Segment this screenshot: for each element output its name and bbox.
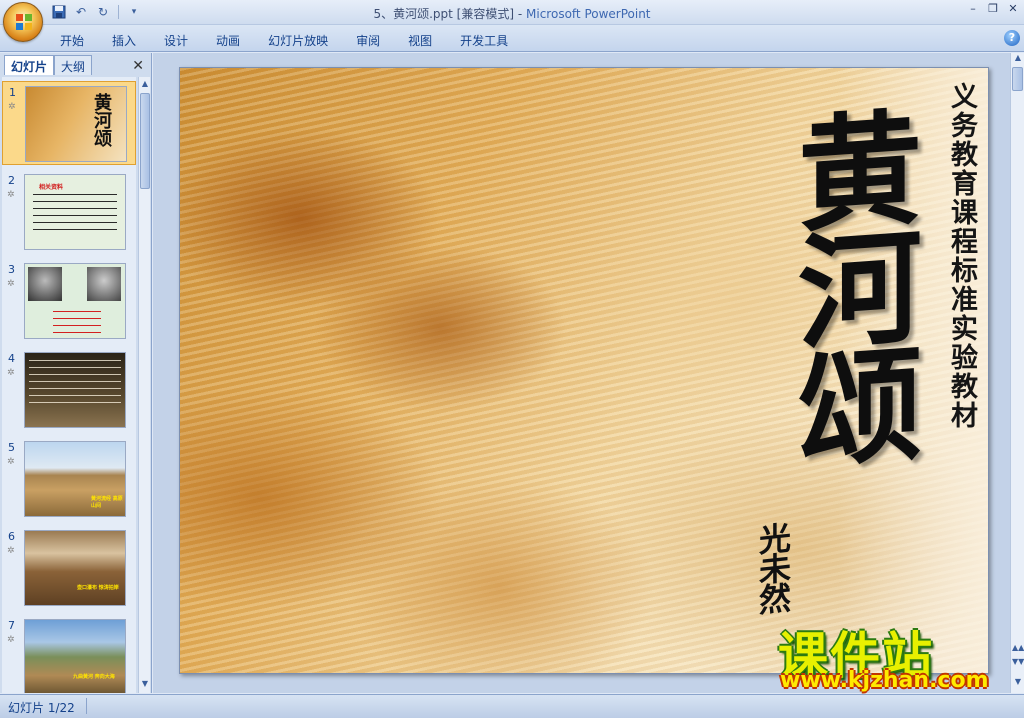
slide-scrollbar[interactable]: ▲ ▲▲ ▼▼ ▼ — [1010, 53, 1024, 693]
window-title: 5、黄河颂.ppt [兼容模式] - Microsoft PowerPoint — [0, 5, 1024, 22]
slide-thumbnail-2[interactable]: 2 ✲ 相关资料 — [2, 170, 136, 254]
ribbon: 开始 插入 设计 动画 幻灯片放映 审阅 视图 开发工具 ? — [0, 25, 1024, 52]
tab-outline[interactable]: 大纲 — [54, 55, 93, 75]
tab-insert[interactable]: 插入 — [100, 30, 148, 51]
slide-3-preview-lines — [53, 308, 101, 334]
slide-2-preview-lines — [33, 191, 117, 235]
tab-design[interactable]: 设计 — [152, 30, 200, 51]
document-title: 5、黄河颂.ppt [兼容模式] — [373, 7, 515, 21]
scrollbar-thumb[interactable] — [1012, 67, 1023, 91]
tab-slideshow[interactable]: 幻灯片放映 — [256, 30, 340, 51]
help-icon[interactable]: ? — [1004, 30, 1020, 46]
panel-tabs: 幻灯片 大纲 ✕ — [2, 55, 150, 75]
app-name: Microsoft PowerPoint — [526, 7, 651, 21]
window-controls: – ❐ ✕ — [966, 2, 1020, 16]
slide-2-preview-heading: 相关资料 — [39, 184, 64, 191]
slide-2-preview: 相关资料 — [24, 174, 126, 250]
panel-close-icon[interactable]: ✕ — [132, 58, 144, 74]
next-slide-icon[interactable]: ▼▼ — [1012, 657, 1024, 666]
current-slide[interactable]: 义务教育课程标准实验教材 黄河颂 光未然 — [179, 67, 989, 674]
tab-view[interactable]: 视图 — [396, 30, 444, 51]
slide-number: 3 — [8, 263, 15, 276]
transition-icon: ✲ — [7, 279, 15, 289]
ribbon-tabs: 开始 插入 设计 动画 幻灯片放映 审阅 视图 开发工具 — [48, 30, 524, 51]
title-separator: - — [514, 7, 527, 21]
slide-7-preview: 九曲黄河 奔向大海 — [24, 619, 126, 693]
status-divider — [86, 698, 87, 714]
slide-number: 4 — [8, 352, 15, 365]
portrait-photo-2 — [87, 267, 121, 301]
thumbnails-scrollbar[interactable]: ▲ ▼ — [138, 77, 150, 693]
transition-icon: ✲ — [7, 546, 15, 556]
watermark-url: www.kjzhan.com — [780, 668, 989, 693]
office-logo-icon — [16, 14, 32, 30]
transition-icon: ✲ — [7, 368, 15, 378]
restore-icon[interactable]: ❐ — [986, 2, 1000, 16]
transition-icon: ✲ — [8, 102, 16, 112]
slide-title[interactable]: 黄河颂 — [770, 102, 921, 467]
slide-6-preview: 壶口瀑布 惊涛拍岸 — [24, 530, 126, 606]
slide-5-preview: 黄河流经 高原山间 — [24, 441, 126, 517]
slide-author[interactable]: 光未然 — [754, 520, 796, 614]
office-button[interactable] — [3, 2, 43, 42]
slide-thumbnail-7[interactable]: 7 ✲ 九曲黄河 奔向大海 — [2, 615, 136, 693]
title-bar: ↶ ↻ ▾ 5、黄河颂.ppt [兼容模式] - Microsoft Power… — [0, 0, 1024, 25]
slide-thumbnail-6[interactable]: 6 ✲ 壶口瀑布 惊涛拍岸 — [2, 526, 136, 610]
slide-7-preview-caption: 九曲黄河 奔向大海 — [73, 674, 115, 680]
tab-slides[interactable]: 幻灯片 — [4, 55, 55, 75]
slide-number: 2 — [8, 174, 15, 187]
slide-thumbnails: 1 ✲ 黄河颂 2 ✲ 相关资料 3 ✲ 4 ✲ 5 ✲ 黄河流经 高原山间 6… — [2, 77, 136, 693]
tab-review[interactable]: 审阅 — [344, 30, 392, 51]
scroll-down-icon[interactable]: ▼ — [1012, 677, 1024, 686]
slide-1-preview-title: 黄河颂 — [91, 93, 112, 147]
transition-icon: ✲ — [7, 190, 15, 200]
transition-icon: ✲ — [7, 635, 15, 645]
tab-animations[interactable]: 动画 — [204, 30, 252, 51]
slide-number: 1 — [9, 86, 16, 99]
status-bar: 幻灯片 1/22 — [0, 694, 1024, 718]
slide-counter: 幻灯片 1/22 — [8, 701, 75, 715]
scroll-up-icon[interactable]: ▲ — [1012, 53, 1024, 62]
minimize-icon[interactable]: – — [966, 2, 980, 16]
slide-subtitle[interactable]: 义务教育课程标准实验教材 — [945, 82, 981, 430]
transition-icon: ✲ — [7, 457, 15, 467]
scrollbar-thumb[interactable] — [140, 93, 150, 189]
slide-6-preview-caption: 壶口瀑布 惊涛拍岸 — [77, 585, 119, 591]
slide-number: 6 — [8, 530, 15, 543]
scroll-down-icon[interactable]: ▼ — [140, 679, 150, 691]
slide-number: 5 — [8, 441, 15, 454]
slide-thumbnail-5[interactable]: 5 ✲ 黄河流经 高原山间 — [2, 437, 136, 521]
slide-1-preview: 黄河颂 — [25, 86, 127, 162]
slide-4-preview — [24, 352, 126, 428]
tab-home[interactable]: 开始 — [48, 30, 96, 51]
slide-4-preview-lines — [29, 357, 121, 409]
slide-thumbnail-3[interactable]: 3 ✲ — [2, 259, 136, 343]
slide-thumbnail-1[interactable]: 1 ✲ 黄河颂 — [2, 81, 136, 165]
scroll-up-icon[interactable]: ▲ — [140, 79, 150, 91]
slide-3-preview — [24, 263, 126, 339]
slide-5-preview-caption: 黄河流经 高原山间 — [91, 496, 123, 509]
portrait-photo-1 — [28, 267, 62, 301]
close-icon[interactable]: ✕ — [1006, 2, 1020, 16]
slide-number: 7 — [8, 619, 15, 632]
slides-panel: 幻灯片 大纲 ✕ 1 ✲ 黄河颂 2 ✲ 相关资料 3 ✲ 4 ✲ 5 ✲ 黄河… — [0, 53, 152, 693]
slide-editor-area: 义务教育课程标准实验教材 黄河颂 光未然 — [153, 53, 1010, 693]
tab-developer[interactable]: 开发工具 — [448, 30, 520, 51]
slide-thumbnail-4[interactable]: 4 ✲ — [2, 348, 136, 432]
previous-slide-icon[interactable]: ▲▲ — [1012, 643, 1024, 652]
